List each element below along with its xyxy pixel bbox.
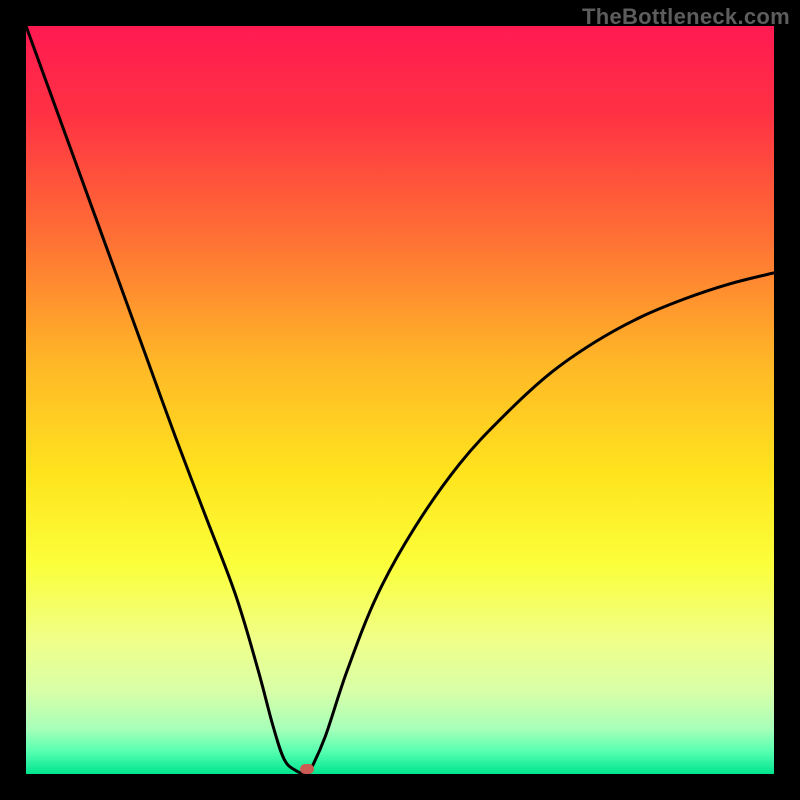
optimal-marker [300, 764, 314, 774]
bottleneck-curve [26, 26, 774, 774]
plot-area [26, 26, 774, 774]
watermark-text: TheBottleneck.com [582, 4, 790, 30]
chart-frame: TheBottleneck.com [0, 0, 800, 800]
